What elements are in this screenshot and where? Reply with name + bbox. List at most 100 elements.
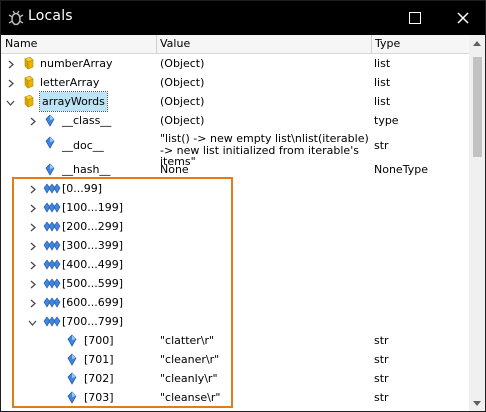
row-name: [703]	[84, 391, 114, 404]
row-value: "cleaner\r"	[160, 353, 220, 366]
range-icon	[43, 239, 61, 252]
field-icon	[43, 114, 59, 127]
chevron-right-icon[interactable]	[6, 59, 15, 69]
field-icon	[65, 334, 81, 347]
row-value: (Object)	[160, 57, 205, 70]
row-name: arrayWords	[39, 91, 108, 112]
tree-row[interactable]: [400...499]	[1, 255, 469, 274]
row-name: [300...399]	[62, 239, 124, 252]
chevron-right-icon[interactable]	[28, 116, 37, 126]
row-type: type	[374, 114, 399, 127]
chevron-right-icon[interactable]	[28, 298, 37, 308]
row-name: __class__	[62, 114, 112, 127]
tree-row[interactable]: __class__ (Object) type	[1, 111, 469, 130]
row-value: "clatter\r"	[160, 334, 215, 347]
tree-row[interactable]: [0...99]	[1, 179, 469, 198]
range-icon	[43, 277, 61, 290]
row-value: (Object)	[160, 114, 205, 127]
column-header-type[interactable]: Type	[371, 35, 469, 53]
column-header-name[interactable]: Name	[1, 35, 156, 53]
chevron-down-icon[interactable]	[28, 317, 37, 326]
row-type: list	[374, 95, 391, 108]
row-name: [400...499]	[62, 258, 124, 271]
column-header: Name Value Type	[1, 35, 469, 54]
row-type: str	[374, 139, 389, 152]
tree-row[interactable]: letterArray (Object) list	[1, 73, 469, 92]
chevron-right-icon[interactable]	[28, 203, 37, 213]
row-name: [600...699]	[62, 296, 124, 309]
bug-icon	[8, 10, 24, 26]
row-value: (Object)	[160, 76, 205, 89]
chevron-right-icon[interactable]	[28, 222, 37, 232]
tree-row[interactable]: [703] "cleanse\r" str	[1, 388, 469, 407]
tree-row[interactable]: numberArray (Object) list	[1, 54, 469, 73]
range-icon	[43, 182, 61, 195]
tree-row[interactable]: [100...199]	[1, 198, 469, 217]
chevron-right-icon[interactable]	[28, 260, 37, 270]
row-type: str	[374, 372, 389, 385]
field-icon	[43, 136, 59, 149]
scroll-down-icon[interactable]	[473, 401, 481, 406]
row-name: letterArray	[40, 76, 100, 89]
row-name: [0...99]	[62, 182, 103, 195]
maximize-icon	[409, 12, 421, 24]
row-name: [100...199]	[62, 201, 124, 214]
row-name: numberArray	[40, 57, 113, 70]
title-bar[interactable]: Locals	[1, 1, 485, 35]
chevron-right-icon[interactable]	[28, 241, 37, 251]
field-icon	[65, 391, 81, 404]
tree-row[interactable]: [200...299]	[1, 217, 469, 236]
row-type: str	[374, 391, 389, 404]
maximize-button[interactable]	[391, 1, 439, 35]
scroll-thumb[interactable]	[473, 57, 482, 157]
chevron-right-icon[interactable]	[28, 279, 37, 289]
row-value: "cleanly\r"	[160, 372, 218, 385]
vertical-scrollbar[interactable]	[469, 35, 485, 411]
field-icon	[43, 163, 59, 176]
tree-row[interactable]: [600...699]	[1, 293, 469, 312]
tree-row[interactable]: [700...799]	[1, 312, 469, 331]
row-value: (Object)	[160, 95, 205, 108]
scroll-up-icon[interactable]	[473, 41, 481, 46]
tree-row[interactable]: arrayWords (Object) list	[1, 91, 469, 112]
row-type: str	[374, 353, 389, 366]
chevron-down-icon[interactable]	[6, 97, 15, 106]
close-icon	[457, 12, 469, 24]
range-icon	[43, 296, 61, 309]
row-type: str	[374, 334, 389, 347]
row-name: __doc__	[62, 139, 104, 152]
tree-row[interactable]: __doc__ "list() -> new empty list\nlist(i…	[1, 130, 469, 167]
column-header-value[interactable]: Value	[156, 35, 371, 53]
row-name: [702]	[84, 372, 114, 385]
row-type: NoneType	[374, 163, 428, 176]
object-icon	[21, 75, 37, 89]
row-name: [700...799]	[62, 315, 124, 328]
chevron-right-icon[interactable]	[6, 78, 15, 88]
range-icon	[43, 201, 61, 214]
tree-row[interactable]: [700] "clatter\r" str	[1, 331, 469, 350]
row-value: "cleanse\r"	[160, 391, 221, 404]
range-icon	[43, 220, 61, 233]
field-icon	[65, 353, 81, 366]
row-name: __hash__	[62, 163, 111, 176]
row-type: list	[374, 57, 391, 70]
tree-row[interactable]: __hash__ None NoneType	[1, 160, 469, 179]
tree-row[interactable]: [300...399]	[1, 236, 469, 255]
object-icon	[21, 56, 37, 70]
row-name: [700]	[84, 334, 114, 347]
row-type: list	[374, 76, 391, 89]
row-name: [200...299]	[62, 220, 124, 233]
row-name: [500...599]	[62, 277, 124, 290]
tree-row[interactable]: [701] "cleaner\r" str	[1, 350, 469, 369]
tree-row[interactable]: [500...599]	[1, 274, 469, 293]
range-icon	[43, 258, 61, 271]
row-value: None	[160, 163, 189, 176]
tree-row[interactable]: [702] "cleanly\r" str	[1, 369, 469, 388]
locals-window: Locals Name Value Type numberArray (Objec…	[0, 0, 486, 412]
close-button[interactable]	[439, 1, 485, 35]
window-title: Locals	[28, 8, 73, 24]
field-icon	[65, 372, 81, 385]
object-icon	[21, 94, 37, 108]
row-name: [701]	[84, 353, 114, 366]
chevron-right-icon[interactable]	[28, 184, 37, 194]
